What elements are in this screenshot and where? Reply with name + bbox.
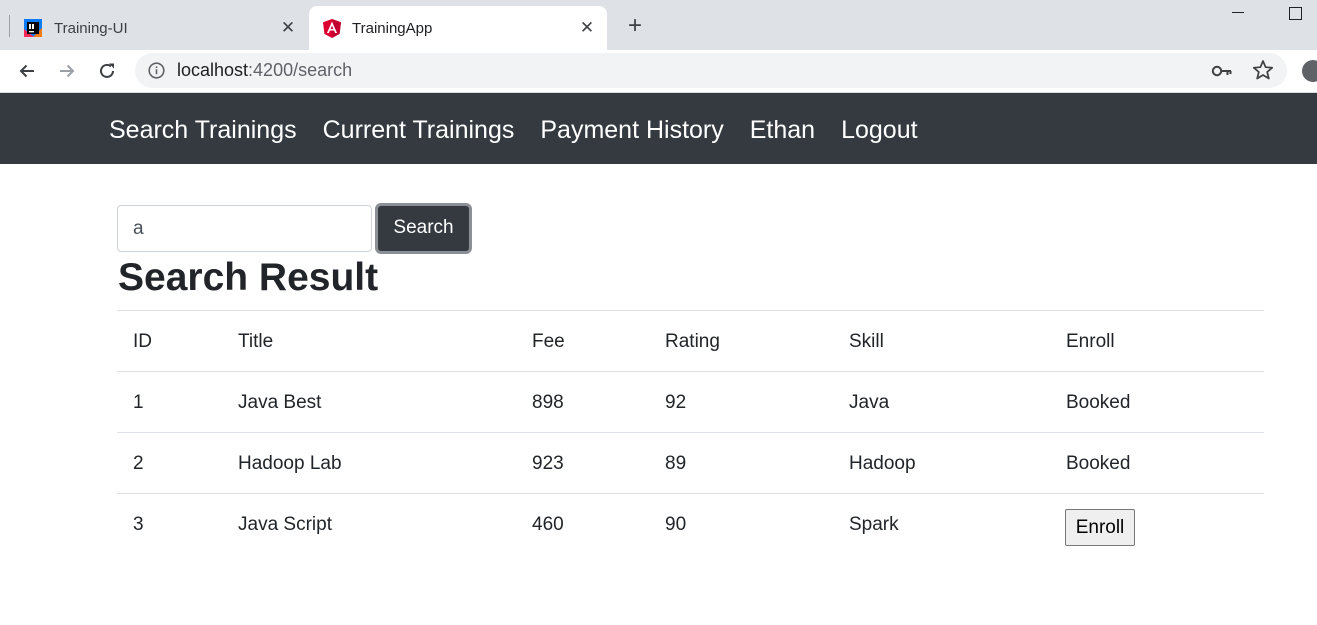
- profile-avatar-icon[interactable]: [1302, 60, 1317, 82]
- tab-separator: [9, 15, 10, 37]
- info-icon[interactable]: [148, 62, 165, 79]
- cell-fee: 460: [532, 514, 564, 535]
- cell-title: Java Best: [238, 392, 322, 413]
- close-tab-icon[interactable]: ✕: [575, 16, 599, 40]
- key-icon[interactable]: [1211, 61, 1233, 81]
- column-header-id: ID: [133, 331, 152, 352]
- url-host: localhost: [177, 60, 249, 80]
- bookmark-star-icon[interactable]: [1252, 59, 1274, 81]
- maximize-window-icon[interactable]: [1289, 7, 1302, 20]
- table-row: 3 Java Script 460 90 Spark Enroll: [117, 493, 1264, 554]
- cell-rating: 89: [665, 453, 687, 474]
- column-header-fee: Fee: [532, 331, 565, 352]
- enroll-button[interactable]: Enroll: [1065, 509, 1135, 546]
- results-table: ID Title Fee Rating Skill Enroll 1 Java …: [117, 310, 1264, 554]
- browser-tab-strip: Training-UI ✕ TrainingApp ✕ +: [0, 0, 1317, 50]
- cell-rating: 90: [665, 514, 687, 535]
- forward-arrow-icon[interactable]: [54, 58, 80, 84]
- address-bar[interactable]: localhost:4200/search: [135, 53, 1287, 88]
- column-header-skill: Skill: [849, 331, 884, 352]
- table-header-row: ID Title Fee Rating Skill Enroll: [117, 310, 1264, 371]
- cell-skill: Spark: [849, 514, 899, 535]
- tab-title: Training-UI: [54, 19, 128, 37]
- browser-tab-trainingapp[interactable]: TrainingApp ✕: [309, 6, 607, 50]
- url-text[interactable]: localhost:4200/search: [177, 60, 352, 81]
- nav-search-trainings[interactable]: Search Trainings: [109, 114, 297, 146]
- table-row: 2 Hadoop Lab 923 89 Hadoop Booked: [117, 432, 1264, 493]
- browser-tab-training-ui[interactable]: Training-UI ✕: [12, 6, 308, 50]
- new-tab-button[interactable]: +: [622, 14, 648, 40]
- close-tab-icon[interactable]: ✕: [276, 16, 300, 40]
- app-navbar: Search Trainings Current Trainings Payme…: [0, 93, 1317, 164]
- cell-title: Hadoop Lab: [238, 453, 342, 474]
- nav-links: Search Trainings Current Trainings Payme…: [109, 114, 944, 146]
- reload-icon[interactable]: [94, 58, 120, 84]
- nav-payment-history[interactable]: Payment History: [540, 114, 723, 146]
- page-title: Search Result: [118, 256, 379, 299]
- browser-toolbar: localhost:4200/search: [0, 50, 1317, 92]
- back-arrow-icon[interactable]: [14, 58, 40, 84]
- cell-enroll-status: Booked: [1066, 392, 1131, 413]
- nav-logout[interactable]: Logout: [841, 114, 917, 146]
- cell-enroll-status: Booked: [1066, 453, 1131, 474]
- search-input[interactable]: [117, 205, 372, 252]
- cell-skill: Java: [849, 392, 890, 413]
- tab-title: TrainingApp: [352, 19, 433, 37]
- cell-id: 1: [133, 392, 144, 413]
- column-header-rating: Rating: [665, 331, 720, 352]
- column-header-enroll: Enroll: [1066, 331, 1115, 352]
- cell-id: 2: [133, 453, 144, 474]
- cell-skill: Hadoop: [849, 453, 916, 474]
- angular-icon: [322, 18, 342, 38]
- table-row: 1 Java Best 898 92 Java Booked: [117, 371, 1264, 432]
- column-header-title: Title: [238, 331, 274, 352]
- cell-fee: 898: [532, 392, 564, 413]
- intellij-icon: [23, 18, 43, 38]
- nav-user-name[interactable]: Ethan: [750, 114, 815, 146]
- cell-title: Java Script: [238, 514, 332, 535]
- minimize-window-icon[interactable]: [1232, 12, 1244, 13]
- nav-current-trainings[interactable]: Current Trainings: [323, 114, 515, 146]
- cell-id: 3: [133, 514, 144, 535]
- cell-rating: 92: [665, 392, 687, 413]
- search-button[interactable]: Search: [375, 203, 472, 254]
- cell-fee: 923: [532, 453, 564, 474]
- url-path: :4200/search: [248, 60, 353, 80]
